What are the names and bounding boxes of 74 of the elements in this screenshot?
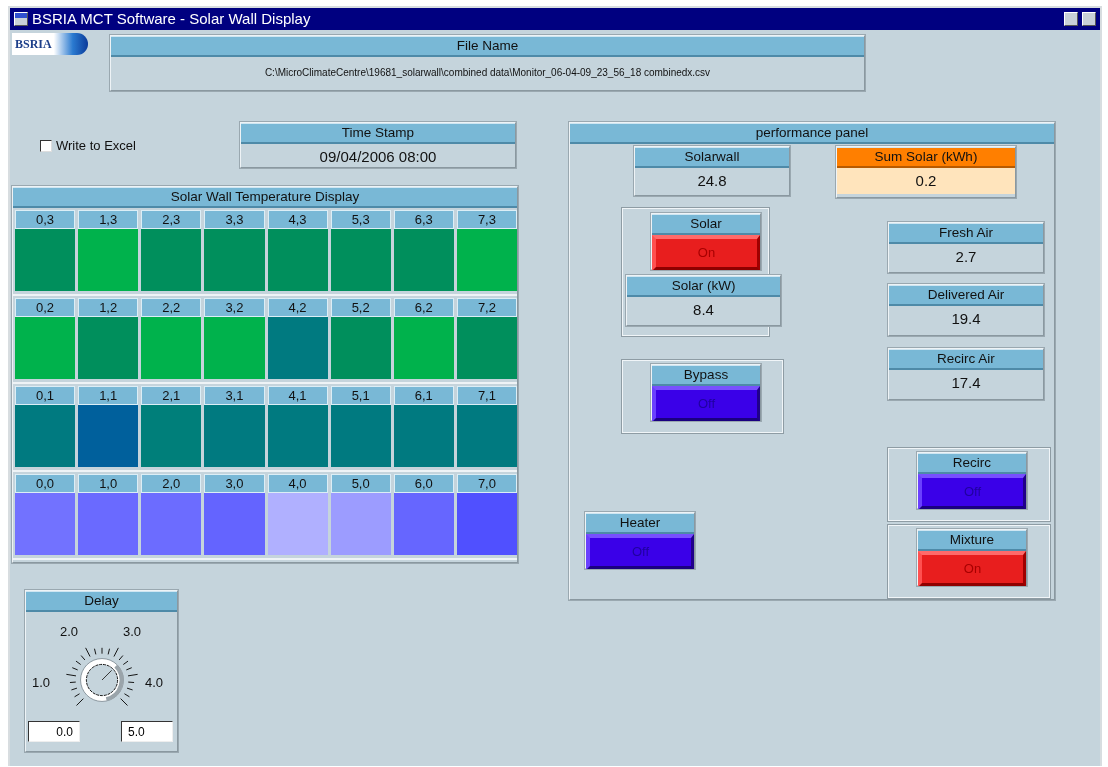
checkbox[interactable]: [40, 140, 52, 152]
cell-label: 7,1: [456, 386, 517, 405]
cell-label: 3,0: [204, 474, 265, 493]
maximize-button[interactable]: [1082, 12, 1096, 26]
cell-label: 0,2: [15, 298, 76, 317]
scale-label: 1.0: [32, 674, 51, 692]
indicator-label: Recirc Air: [889, 349, 1043, 370]
window-title: BSRIA MCT Software - Solar Wall Display: [32, 8, 312, 29]
min-field[interactable]: 0.0: [28, 721, 80, 742]
toggle-button[interactable]: On: [918, 551, 1026, 587]
indicator-label: Delivered Air: [889, 285, 1043, 306]
cell-label: 0,3: [15, 210, 76, 229]
indicator-label: Solarwall: [635, 147, 789, 168]
cell-label: 4,0: [267, 474, 328, 493]
cell-label: 3,3: [204, 210, 265, 229]
toggle-button[interactable]: Off: [586, 534, 694, 570]
cell-label: 3,2: [204, 298, 265, 317]
toggle-button[interactable]: Off: [918, 474, 1026, 510]
toggle-button[interactable]: Off: [652, 386, 760, 422]
scale-label: 3.0: [123, 623, 142, 641]
cell-label: 3,1: [204, 386, 265, 405]
panel-title: performance panel: [570, 123, 1054, 144]
cell-label: 1,1: [78, 386, 139, 405]
cell-label: 2,3: [141, 210, 202, 229]
max-field[interactable]: 5.0: [121, 721, 173, 742]
cell-label: 6,1: [393, 386, 454, 405]
cell-label: 6,3: [393, 210, 454, 229]
switch-label: Bypass: [652, 365, 760, 386]
cell-label: 1,2: [78, 298, 139, 317]
switch-label: Solar: [652, 214, 760, 235]
switch-label: Mixture: [918, 530, 1026, 551]
cell-label: 7,3: [456, 210, 517, 229]
logo: BSRIA: [12, 33, 88, 55]
cell-label: 4,2: [267, 298, 328, 317]
cell-label: 7,0: [456, 474, 517, 493]
cell-label: 2,0: [141, 474, 202, 493]
cell-label: 0,1: [15, 386, 76, 405]
cell-label: 4,1: [267, 386, 328, 405]
cell-label: 0,0: [15, 474, 76, 493]
cell-label: 5,3: [330, 210, 391, 229]
indicator-value: 8.4: [692, 300, 715, 320]
indicator-value: 0.2: [837, 168, 1015, 194]
indicator-value: 09/04/2006 08:00: [318, 147, 438, 167]
cell-label: 1,3: [78, 210, 139, 229]
cell-label: 6,0: [393, 474, 454, 493]
cell-label: 2,1: [141, 386, 202, 405]
panel-title: Delay: [26, 591, 177, 612]
cell-label: 5,2: [330, 298, 391, 317]
switch-label: Heater: [586, 513, 694, 534]
indicator-label: Solar (kW): [627, 276, 780, 297]
cell-label: 7,2: [456, 298, 517, 317]
scale-label: 2.0: [60, 623, 79, 641]
cell-label: 4,3: [267, 210, 328, 229]
indicator-label: Sum Solar (kWh): [837, 147, 1015, 168]
minimize-button[interactable]: [1064, 12, 1078, 26]
panel-title: Solar Wall Temperature Display: [13, 187, 517, 208]
indicator-label: File Name: [111, 36, 864, 57]
window-icon: [14, 12, 28, 26]
indicator-label: Time Stamp: [241, 123, 515, 144]
cell-label: 1,0: [78, 474, 139, 493]
indicator-value: 24.8: [696, 171, 728, 191]
scale-label: 4.0: [145, 674, 164, 692]
cell-label: 2,2: [141, 298, 202, 317]
indicator-value: C:\MicroClimateCentre\19681_solarwall\combined data\Monitor_06-04-09_23_56_18 combinedx.csv: [263, 66, 712, 80]
indicator-label: Fresh Air: [889, 223, 1043, 244]
cell-label: 5,0: [330, 474, 391, 493]
write-to-excel-checkbox[interactable]: Write to Excel: [40, 137, 170, 155]
indicator-value: 17.4: [950, 373, 982, 393]
toggle-button[interactable]: On: [652, 235, 760, 271]
cell-label: 6,2: [393, 298, 454, 317]
cell-label: 5,1: [330, 386, 391, 405]
switch-label: Recirc: [918, 453, 1026, 474]
indicator-value: 2.7: [954, 247, 978, 267]
indicator-value: 19.4: [950, 309, 982, 329]
